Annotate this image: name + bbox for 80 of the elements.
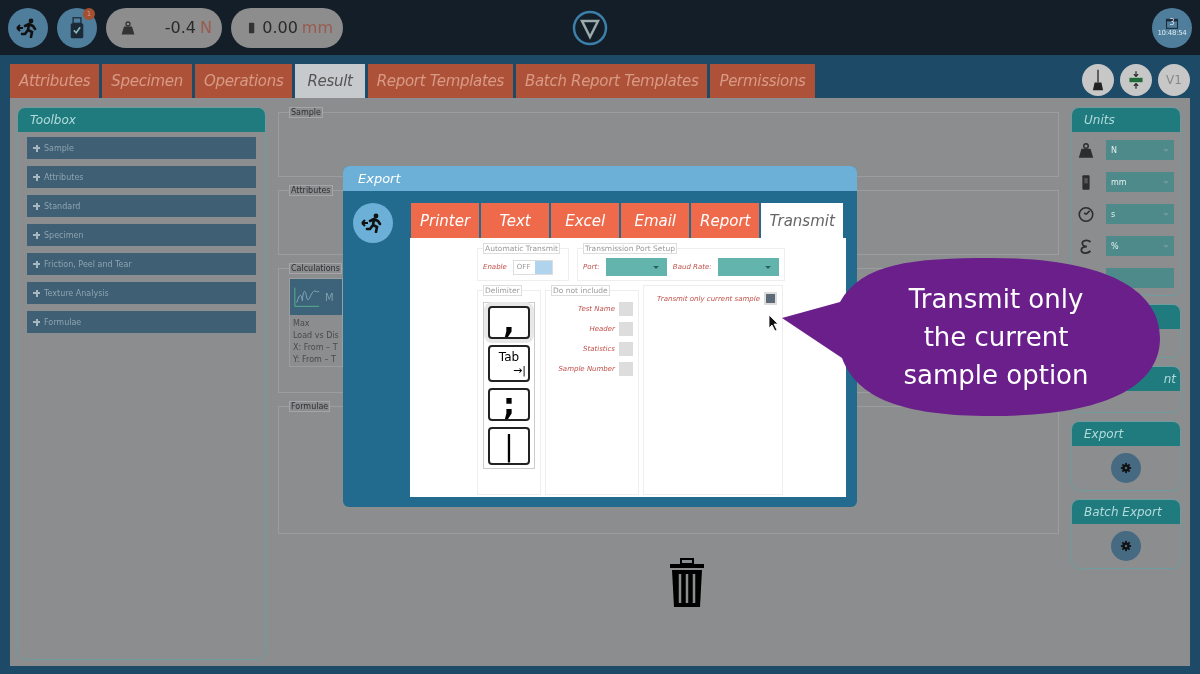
toolbox-item[interactable]: Texture Analysis: [27, 282, 256, 304]
plus-icon: [33, 289, 40, 297]
dialog-title: Export: [343, 166, 857, 191]
tab[interactable]: Report Templates: [367, 64, 513, 98]
tab[interactable]: Printer: [411, 203, 480, 238]
readout-unit: mm: [301, 18, 333, 37]
delimiter-option[interactable]: Tab →|: [488, 345, 530, 382]
gear-icon: [1120, 540, 1132, 552]
plus-icon: [33, 202, 40, 210]
card-text: X: From – T: [292, 342, 339, 354]
delimiter-option[interactable]: ;: [488, 388, 530, 421]
settings-button[interactable]: [1111, 531, 1141, 561]
panel-header: Units: [1072, 108, 1180, 132]
toolbox-item[interactable]: Formulae: [27, 311, 256, 333]
section-legend: Calculations: [289, 263, 342, 274]
tab[interactable]: Permissions: [710, 64, 815, 98]
usb-check-icon: [69, 16, 85, 39]
graph-icon: [293, 285, 321, 309]
caret-icon: [652, 265, 659, 269]
tab[interactable]: Batch Report Templates: [516, 64, 708, 98]
readout-value: 0.00: [262, 18, 298, 37]
settings-button[interactable]: [1111, 453, 1141, 483]
calendar-day: 3: [1169, 17, 1175, 27]
tab[interactable]: Email: [621, 203, 690, 238]
tab[interactable]: Text: [481, 203, 550, 238]
checkbox[interactable]: [619, 362, 633, 376]
section-legend: Attributes: [289, 185, 333, 196]
checkbox[interactable]: [619, 322, 633, 336]
panel-header: Batch Export: [1072, 500, 1180, 524]
broom-button[interactable]: [1082, 63, 1114, 96]
checkbox[interactable]: [619, 342, 633, 356]
plus-icon: [33, 231, 40, 239]
exit-button[interactable]: [8, 7, 48, 48]
toolbox-item[interactable]: Specimen: [27, 224, 256, 246]
card-text: Max: [292, 318, 311, 330]
plus-icon: [33, 318, 40, 326]
toolbox-item[interactable]: Sample: [27, 137, 256, 159]
delimiter-option[interactable]: |: [488, 427, 530, 465]
plus-icon: [33, 173, 40, 181]
tab[interactable]: Result: [295, 64, 365, 98]
gear-icon: [1120, 462, 1132, 474]
checkbox[interactable]: [619, 302, 633, 316]
toolbox-item[interactable]: Attributes: [27, 166, 256, 188]
unit-dropdown[interactable]: mm: [1106, 172, 1174, 192]
unit-dropdown[interactable]: %: [1106, 236, 1174, 256]
card-text: Y: From – T: [292, 354, 337, 366]
readout-value: -0.4: [164, 18, 197, 37]
unit-dropdown[interactable]: s: [1106, 204, 1174, 224]
caret-icon: [765, 265, 771, 269]
tab[interactable]: Transmit: [761, 203, 843, 238]
panel-header: Toolbox: [18, 108, 265, 132]
trash-icon[interactable]: [668, 558, 705, 608]
cursor-icon: [768, 314, 780, 332]
readout-unit: N: [200, 18, 212, 37]
toolbox-item[interactable]: Standard: [27, 195, 256, 217]
calendar-icon: [1165, 18, 1179, 29]
resize-button[interactable]: [1120, 63, 1152, 96]
tab[interactable]: Excel: [551, 203, 620, 238]
tab[interactable]: Specimen: [102, 64, 192, 98]
unit-dropdown[interactable]: N: [1106, 140, 1174, 160]
compress-arrows-icon: [1128, 68, 1144, 91]
section-legend: Formulae: [289, 401, 331, 412]
tab[interactable]: Report: [691, 203, 760, 238]
weight-icon: [120, 19, 136, 36]
plus-icon: [33, 260, 40, 268]
checkbox[interactable]: [764, 292, 777, 305]
card-text: Load vs Dis: [292, 330, 340, 342]
broom-icon: [1090, 68, 1106, 91]
exit-button[interactable]: [353, 203, 393, 243]
tab[interactable]: Attributes: [10, 64, 100, 98]
weight-icon: [1077, 141, 1095, 159]
panel-header: Export: [1072, 422, 1180, 446]
card-title: M: [325, 291, 334, 303]
logo-icon: [572, 9, 608, 46]
clock-icon: [1077, 205, 1095, 223]
plus-icon: [33, 144, 40, 152]
tab[interactable]: Operations: [194, 64, 293, 98]
section-legend: Sample: [289, 107, 323, 118]
toolbox-item[interactable]: Friction, Peel and Tear: [27, 253, 256, 275]
version-button[interactable]: V1: [1158, 63, 1190, 96]
